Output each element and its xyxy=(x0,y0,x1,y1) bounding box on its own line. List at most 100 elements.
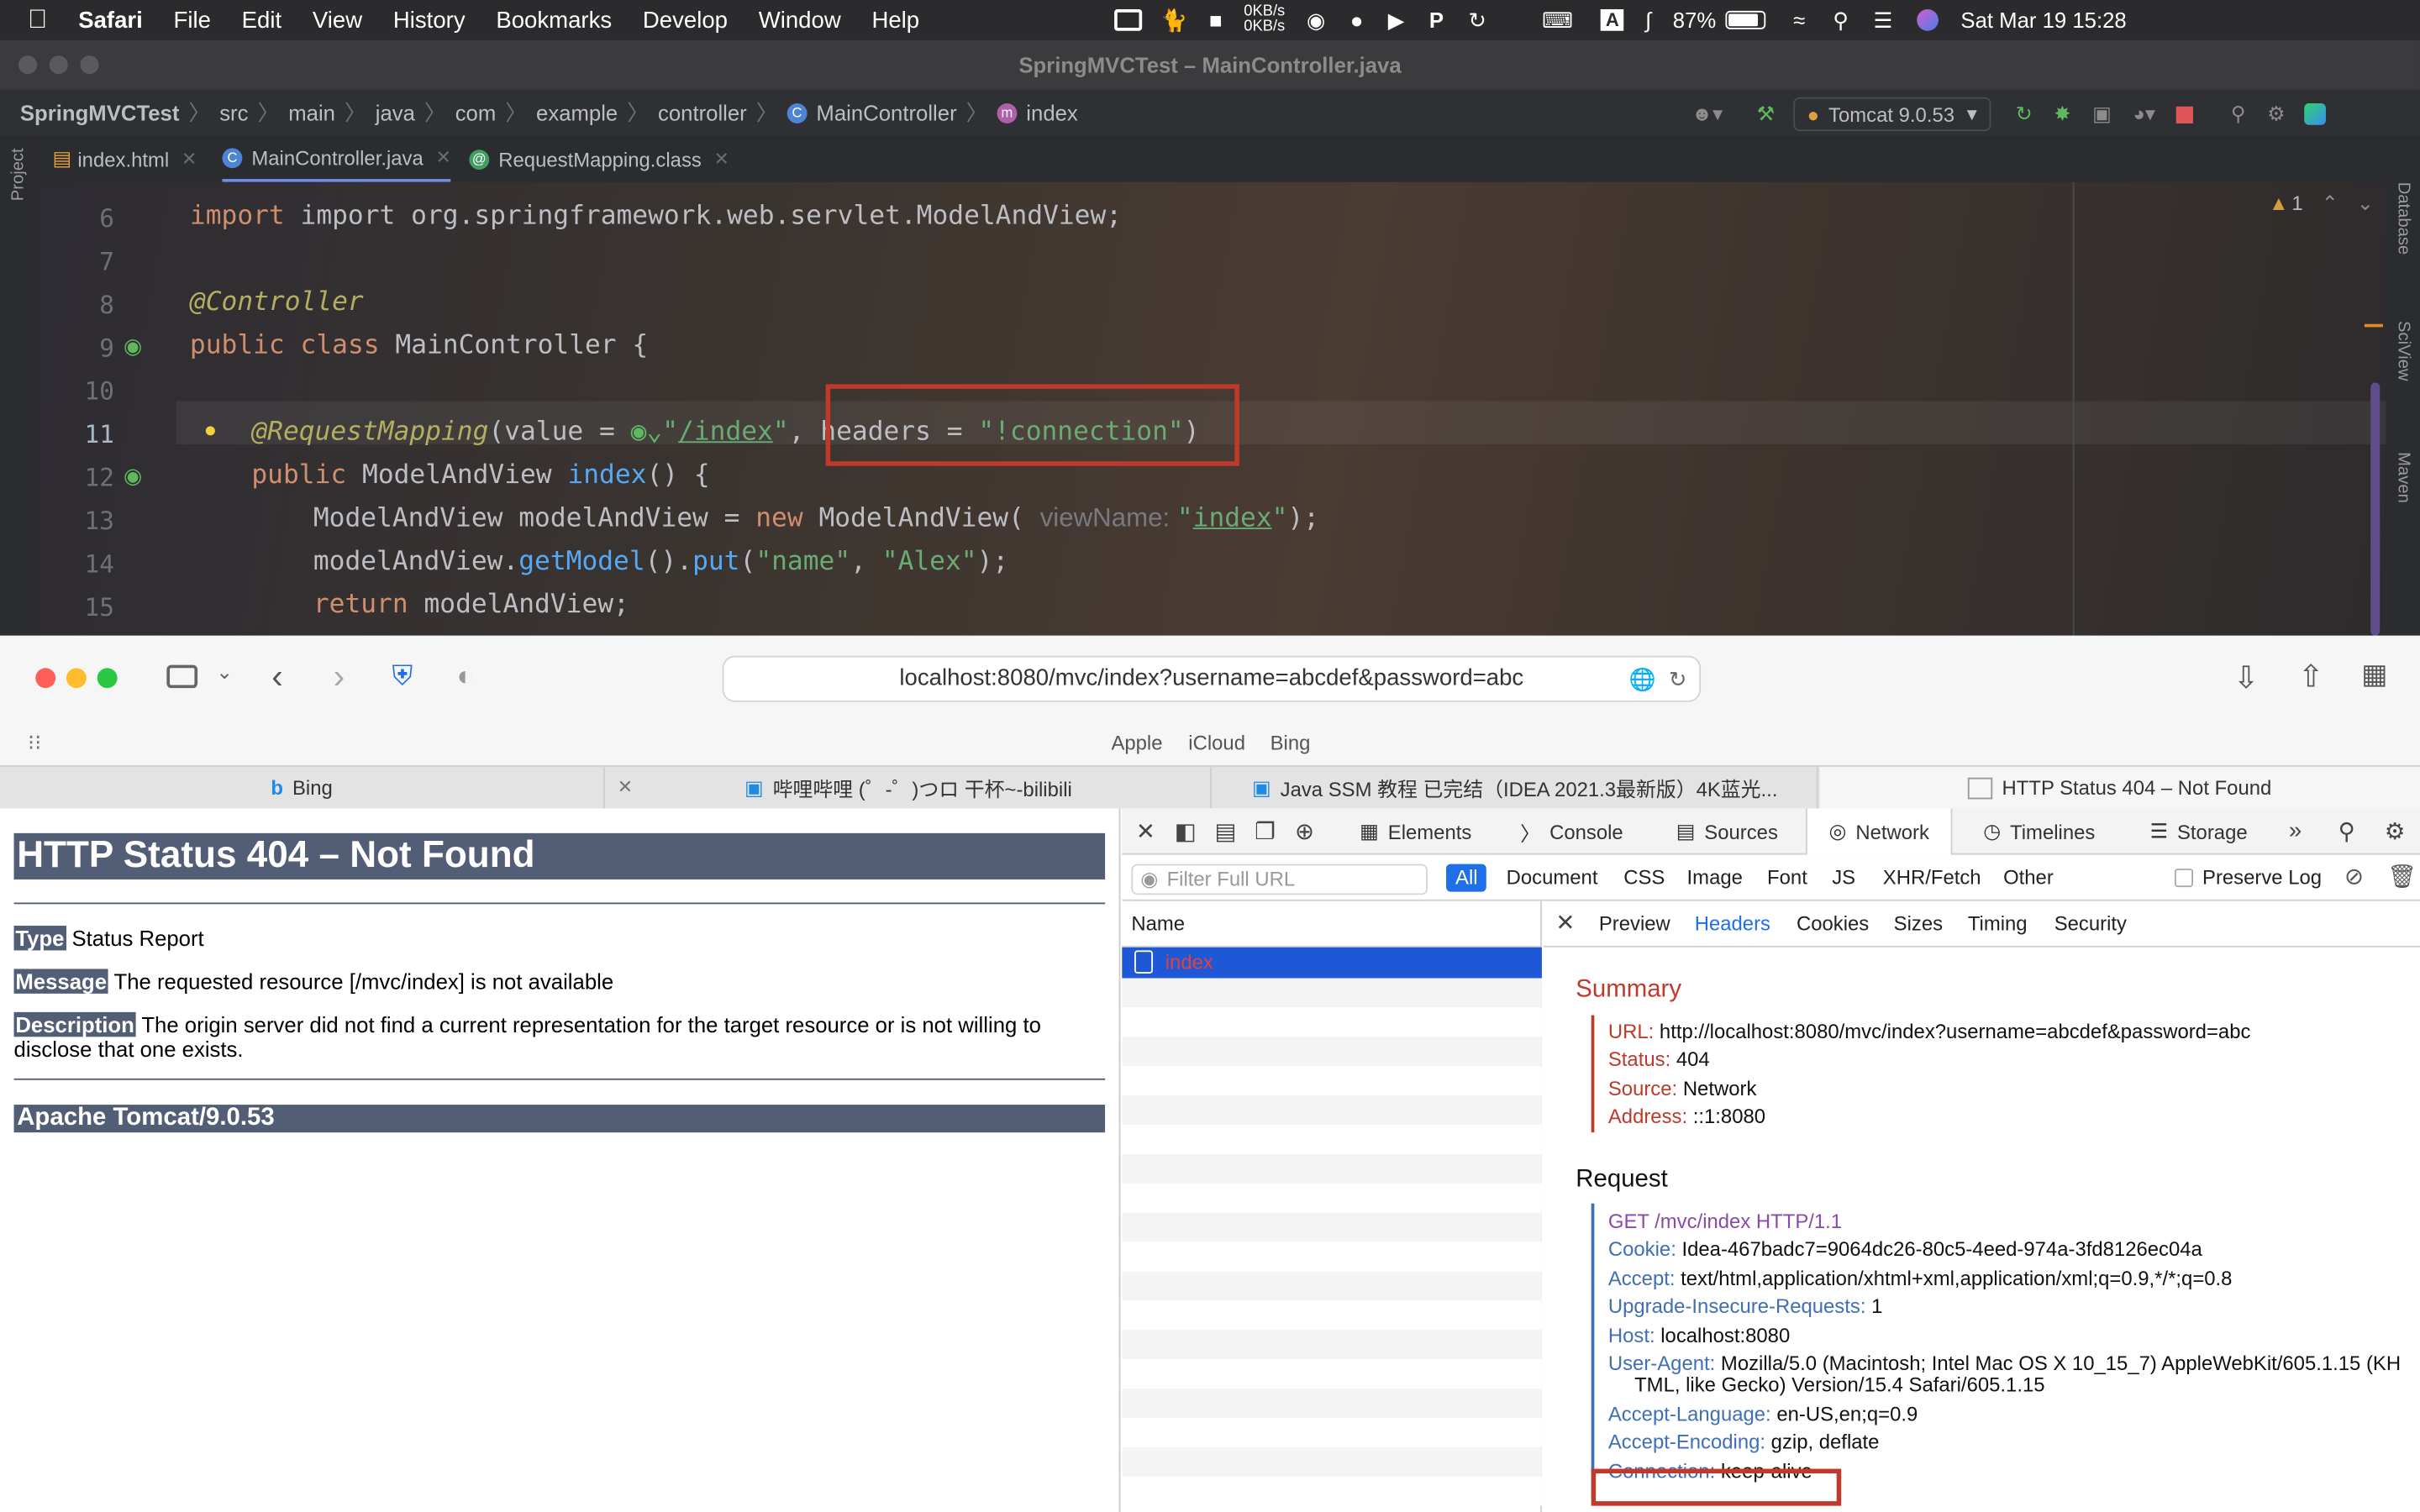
cat-icon[interactable]: 🐈 xyxy=(1160,7,1187,33)
filter-type-js[interactable]: JS xyxy=(1832,864,1855,892)
filter-type-other[interactable]: Other xyxy=(2003,864,2054,892)
rerun-icon[interactable]: ↻ xyxy=(2016,102,2033,126)
column-header-name[interactable]: Name xyxy=(1122,901,1542,948)
profiler-icon[interactable]: ◕▾ xyxy=(2133,102,2154,126)
chevron-down-icon[interactable]: ⌄ xyxy=(2357,192,2374,215)
build-hammer-icon[interactable]: ⚒ xyxy=(1757,102,1775,126)
menu-help[interactable]: Help xyxy=(871,7,919,33)
menu-view[interactable]: View xyxy=(313,7,362,33)
lightbulb-icon[interactable]: ● xyxy=(203,417,217,441)
breadcrumb-class[interactable]: MainController xyxy=(816,100,956,124)
close-icon[interactable]: ✕ xyxy=(714,148,729,170)
menu-edit[interactable]: Edit xyxy=(242,7,281,33)
share-icon[interactable]: ⇧ xyxy=(2298,657,2324,696)
network-speed[interactable]: 0KB/s 0KB/s xyxy=(1244,4,1285,36)
breadcrumb-com[interactable]: com xyxy=(455,100,497,124)
spring-bean-gutter-icon[interactable]: ◉ xyxy=(124,463,142,489)
back-icon[interactable]: ‹ xyxy=(271,657,282,697)
keyboard-icon[interactable]: ⌨ xyxy=(1542,7,1573,33)
tab-sources[interactable]: ▤ Sources xyxy=(1655,808,1800,854)
tab-maincontroller-java[interactable]: C MainController.java ✕ xyxy=(222,136,451,182)
chevron-down-icon[interactable]: ⌄ xyxy=(216,660,233,685)
ide-close-button[interactable] xyxy=(18,55,38,75)
bluetooth-icon[interactable]: ∫ xyxy=(1645,8,1651,32)
privacy-shield-icon[interactable]: ⛨ xyxy=(392,660,413,693)
coverage-icon[interactable]: ▣ xyxy=(2092,102,2112,126)
reload-icon[interactable]: ↻ xyxy=(1669,657,1687,700)
warning-indicator[interactable]: ▲ 1 ⌃ ⌄ xyxy=(2269,192,2374,216)
menu-window[interactable]: Window xyxy=(759,7,841,33)
menu-bookmarks[interactable]: Bookmarks xyxy=(496,7,612,33)
breadcrumb-src[interactable]: src xyxy=(219,100,248,124)
tab-network[interactable]: ◎ Network xyxy=(1805,808,1953,855)
apple-menu-icon[interactable]:  xyxy=(28,5,47,36)
qq-icon[interactable]: ● xyxy=(1350,8,1364,32)
breadcrumb-controller[interactable]: controller xyxy=(658,100,747,124)
close-icon[interactable]: ✕ xyxy=(1136,817,1155,845)
spotlight-search-icon[interactable]: ⚲ xyxy=(1833,7,1849,33)
favorite-icloud[interactable]: iCloud xyxy=(1188,732,1245,755)
tab-security[interactable]: Security xyxy=(2054,912,2127,936)
dock-bottom-icon[interactable]: ▤ xyxy=(1215,817,1237,845)
play-icon[interactable]: ▶ xyxy=(1388,7,1405,33)
tab-sizes[interactable]: Sizes xyxy=(1894,912,1943,936)
tab-storage[interactable]: ☰ Storage xyxy=(2128,808,2270,854)
wifi-icon[interactable]: ≈ xyxy=(1793,8,1805,32)
breadcrumb-main[interactable]: main xyxy=(288,100,335,124)
jetbrains-toolbox-icon[interactable] xyxy=(2303,103,2326,125)
status-circle-icon[interactable]: ◉ xyxy=(1307,7,1325,33)
control-center-icon[interactable]: ☰ xyxy=(1874,7,1893,33)
tab-timing[interactable]: Timing xyxy=(1968,912,2028,936)
menubar-clock[interactable]: Sat Mar 19 15:28 xyxy=(1960,8,2126,32)
ide-zoom-button[interactable] xyxy=(80,55,99,75)
tab-overview-icon[interactable]: ▦ xyxy=(2361,659,2387,691)
siri-icon[interactable] xyxy=(1917,9,1939,31)
tab-timelines[interactable]: ◷ Timelines xyxy=(1961,808,2117,854)
favorite-bing[interactable]: Bing xyxy=(1270,732,1311,755)
menu-develop[interactable]: Develop xyxy=(643,7,728,33)
settings-gear-icon[interactable]: ⚙ xyxy=(2385,817,2406,845)
forward-icon[interactable]: › xyxy=(334,657,345,697)
preserve-log-checkbox[interactable] xyxy=(2174,869,2193,888)
code-token[interactable]: index xyxy=(1193,503,1272,534)
breadcrumb-example[interactable]: example xyxy=(536,100,618,124)
battery-percent[interactable]: 87% xyxy=(1673,8,1716,32)
request-section-title[interactable]: Request xyxy=(1576,1167,1667,1194)
status-app-icon[interactable] xyxy=(1114,9,1143,31)
status-cat2-icon[interactable]: ■ xyxy=(1209,8,1223,32)
more-tabs-icon[interactable]: » xyxy=(2289,817,2302,843)
close-icon[interactable]: ✕ xyxy=(1555,909,1575,937)
spring-bean-gutter-icon[interactable]: ◉ xyxy=(124,333,142,360)
run-config-selector[interactable]: ● Tomcat 9.0.53 ▾ xyxy=(1793,97,1991,132)
tab-preview[interactable]: Preview xyxy=(1599,912,1670,936)
close-icon[interactable]: ✕ xyxy=(435,146,450,168)
search-icon[interactable]: ⚲ xyxy=(2231,102,2246,126)
filter-type-all[interactable]: All xyxy=(1446,864,1487,892)
chevron-up-icon[interactable]: ⌃ xyxy=(2322,192,2338,215)
tab-console[interactable]: 〉 Console xyxy=(1498,808,1644,854)
tab-requestmapping-class[interactable]: @ RequestMapping.class ✕ xyxy=(469,136,729,182)
close-icon[interactable]: ✕ xyxy=(182,148,197,170)
clear-trash-icon[interactable]: 🗑 xyxy=(2387,863,2417,890)
extension-shield-icon[interactable]: ◐ xyxy=(457,660,474,693)
safari-zoom-button[interactable] xyxy=(97,668,118,689)
tab-elements[interactable]: ▦ Elements xyxy=(1338,808,1493,854)
settings-gear-icon[interactable]: ⚙ xyxy=(2267,102,2285,126)
tab-cookies[interactable]: Cookies xyxy=(1797,912,1869,936)
tab-index-html[interactable]: ▤ index.html ✕ xyxy=(52,136,197,182)
battery-icon[interactable] xyxy=(1725,10,1766,29)
favorite-apple[interactable]: Apple xyxy=(1111,732,1162,755)
sidebar-toggle-icon[interactable] xyxy=(166,664,198,689)
downloads-icon[interactable]: ⇩ xyxy=(2233,659,2260,697)
sciview-tool-window-tab[interactable]: SciView xyxy=(2394,321,2412,381)
preserve-log-label[interactable]: Preserve Log xyxy=(2202,864,2322,892)
database-tool-window-tab[interactable]: Database xyxy=(2394,182,2412,255)
menu-app-safari[interactable]: Safari xyxy=(78,7,143,33)
stop-icon[interactable] xyxy=(2176,105,2194,123)
breadcrumb-project[interactable]: SpringMVCTest xyxy=(20,100,180,124)
vertical-scrollbar[interactable] xyxy=(2370,382,2381,636)
filter-type-document[interactable]: Document xyxy=(1507,864,1598,892)
web-globe-icon[interactable]: ◉⌄ xyxy=(631,417,663,448)
search-icon[interactable]: ⚲ xyxy=(2338,817,2355,845)
filter-type-image[interactable]: Image xyxy=(1687,864,1743,892)
